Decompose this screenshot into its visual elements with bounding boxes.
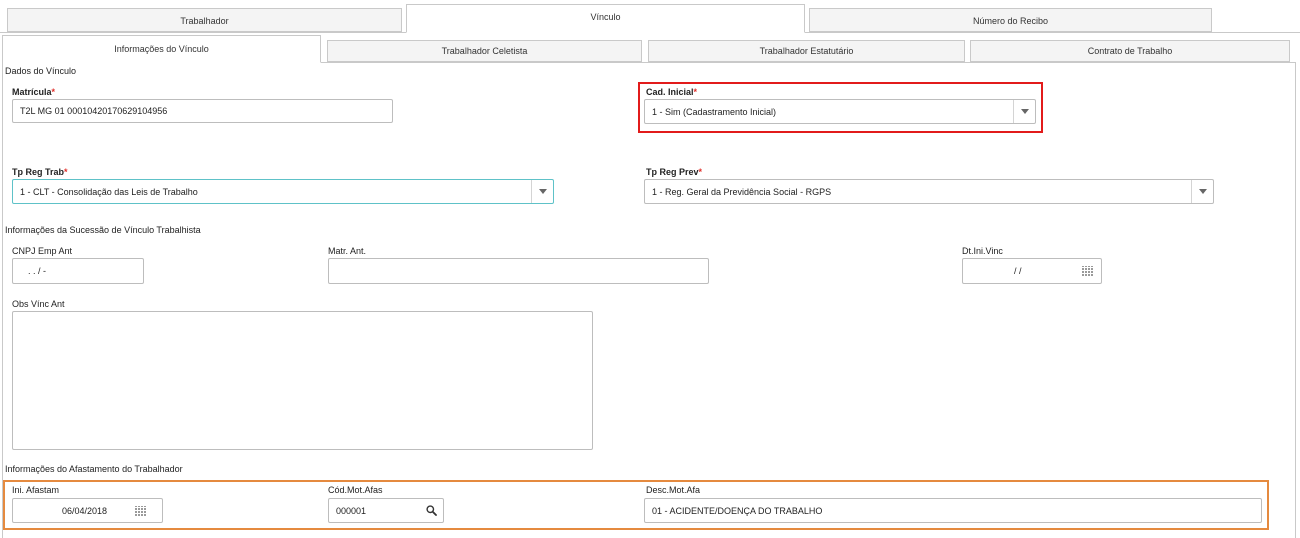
tp-reg-trab-label: Tp Reg Trab* [12,167,68,177]
dt-ini-vinc-label: Dt.Ini.Vinc [962,246,1003,256]
cod-mot-afas-value: 000001 [336,505,367,516]
tab-divider [0,32,406,33]
tab-label: Número do Recibo [972,16,1049,26]
panel-border [2,62,3,538]
chevron-down-icon[interactable] [531,180,553,203]
cnpj-field[interactable]: . . / - [12,258,144,284]
calendar-icon[interactable] [1082,266,1094,276]
tab-label: Trabalhador Celetista [441,46,528,56]
obs-vinc-ant-label: Obs Vínc Ant [12,299,65,309]
tp-reg-trab-value: 1 - CLT - Consolidação das Leis de Traba… [20,186,198,197]
tp-reg-trab-select[interactable]: 1 - CLT - Consolidação das Leis de Traba… [12,179,554,204]
desc-mot-afa-value: 01 - ACIDENTE/DOENÇA DO TRABALHO [652,505,823,516]
dt-ini-vinc-value: / / [1014,266,1022,276]
tab-label: Vínculo [590,12,621,22]
ini-afastam-label: Ini. Afastam [12,485,60,495]
tp-reg-prev-label: Tp Reg Prev* [646,167,703,177]
cod-mot-afas-label: Cód.Mot.Afas [328,485,383,495]
tab-trabalhador-celetista[interactable]: Trabalhador Celetista [327,40,642,62]
matricula-value: T2L MG 01 00010420170629104956 [20,106,168,116]
chevron-down-icon[interactable] [1191,180,1213,203]
tp-reg-prev-select[interactable]: 1 - Reg. Geral da Previdência Social - R… [644,179,1214,204]
tab-trabalhador-estatutario[interactable]: Trabalhador Estatutário [648,40,965,62]
ini-afastam-value: 06/04/2018 [62,505,108,516]
tab-numero-recibo[interactable]: Número do Recibo [809,8,1212,32]
chevron-down-icon[interactable] [1013,100,1035,123]
obs-vinc-ant-textarea[interactable] [12,311,593,450]
matr-ant-label: Matr. Ant. [328,246,367,256]
matricula-label: Matrícula* [12,87,56,97]
tab-label: Contrato de Trabalho [1087,46,1173,56]
cod-mot-afas-field[interactable]: 000001 [328,498,444,523]
section-title-sucessao: Informações da Sucessão de Vínculo Traba… [5,225,201,235]
tp-reg-prev-value: 1 - Reg. Geral da Previdência Social - R… [652,186,832,197]
cad-inicial-value: 1 - Sim (Cadastramento Inicial) [652,106,777,117]
tab-label: Trabalhador [180,16,229,26]
tab-divider [321,62,1296,63]
matr-ant-field[interactable] [328,258,709,284]
tab-label: Trabalhador Estatutário [759,46,854,56]
tab-label: Informações do Vínculo [114,44,209,54]
panel-border [1295,62,1296,538]
section-title-afastamento: Informações do Afastamento do Trabalhado… [5,464,183,474]
ini-afastam-field[interactable]: 06/04/2018 [12,498,163,523]
search-icon[interactable] [426,505,437,516]
matricula-field[interactable]: T2L MG 01 00010420170629104956 [12,99,393,123]
tab-informacoes-vinculo[interactable]: Informações do Vínculo [2,35,321,63]
tab-contrato-trabalho[interactable]: Contrato de Trabalho [970,40,1290,62]
cad-inicial-label: Cad. Inicial* [646,87,698,97]
tab-vinculo[interactable]: Vínculo [406,4,805,33]
calendar-icon[interactable] [135,506,147,516]
desc-mot-afa-label: Desc.Mot.Afa [646,485,701,495]
tab-trabalhador[interactable]: Trabalhador [7,8,402,32]
tab-divider [805,32,1300,33]
section-title-dados-vinculo: Dados do Vínculo [5,66,77,76]
dt-ini-vinc-field[interactable]: / / [962,258,1102,284]
desc-mot-afa-field[interactable]: 01 - ACIDENTE/DOENÇA DO TRABALHO [644,498,1262,523]
cnpj-label: CNPJ Emp Ant [12,246,73,256]
cnpj-value: . . / - [28,266,46,276]
cad-inicial-select[interactable]: 1 - Sim (Cadastramento Inicial) [644,99,1036,124]
